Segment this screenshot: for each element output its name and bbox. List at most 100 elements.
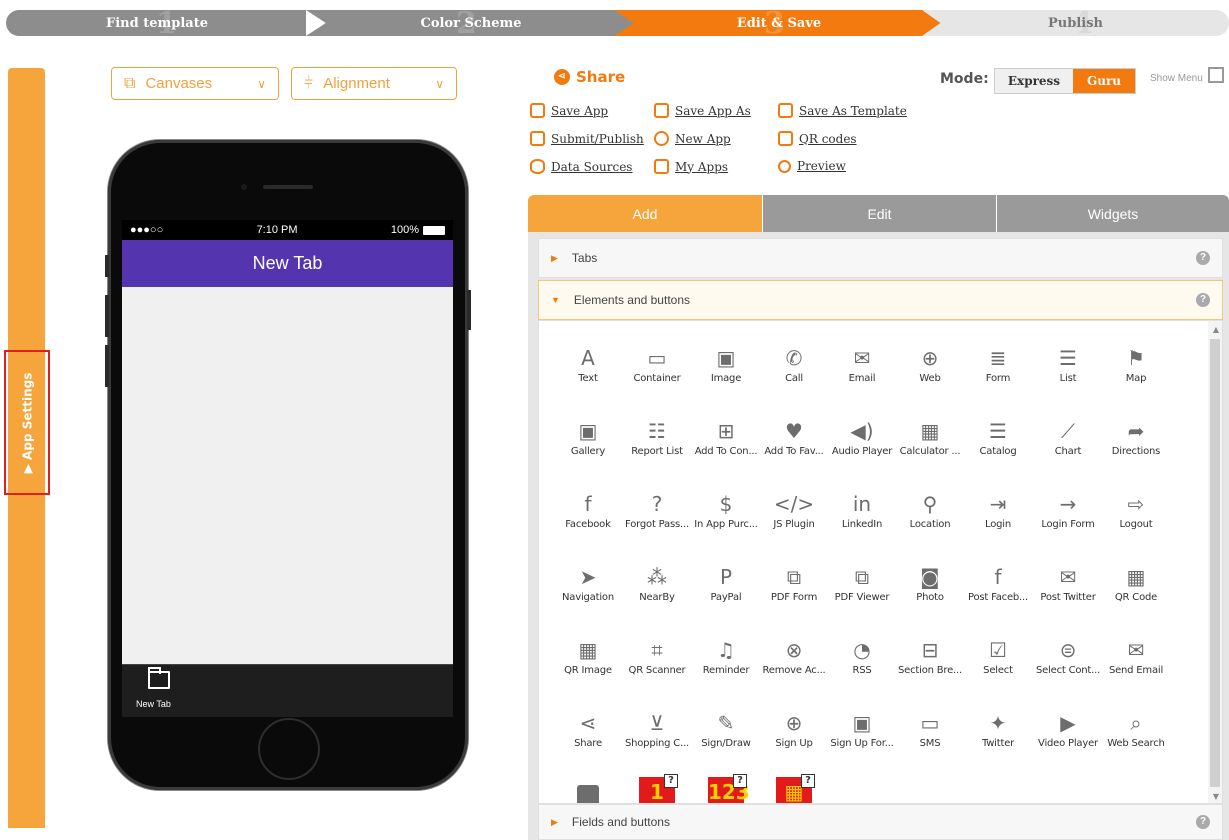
element-audio-player[interactable]: ◀) Audio Player xyxy=(827,412,897,478)
element-paypal[interactable]: P PayPal xyxy=(691,558,761,624)
element-text[interactable]: A Text xyxy=(553,339,623,405)
save-as-template-link[interactable]: Save As Template xyxy=(778,103,907,118)
element-qr-image[interactable]: ▦ QR Image xyxy=(553,631,623,697)
element-calculator[interactable]: ▦ Calculator ... xyxy=(895,412,965,478)
step-edit-save[interactable]: 3 Edit & Save xyxy=(614,10,944,36)
element-label: PDF Viewer xyxy=(834,592,890,603)
element-in-app-purc[interactable]: $ In App Purc... xyxy=(691,485,761,551)
step-label: Publish xyxy=(1048,15,1103,31)
help-icon[interactable]: ? xyxy=(1196,293,1210,307)
element-sign-draw[interactable]: ✎ Sign/Draw xyxy=(691,704,761,770)
mode-guru-button[interactable]: Guru xyxy=(1073,69,1135,93)
save-app-link[interactable]: Save App xyxy=(530,103,608,118)
element-share[interactable]: ⋖ Share xyxy=(553,704,623,770)
element-navigation[interactable]: ➤ Navigation xyxy=(553,558,623,624)
element-remove-ac[interactable]: ⊗ Remove Ac... xyxy=(759,631,829,697)
element-web-search[interactable]: ⌕ Web Search xyxy=(1101,704,1171,770)
element-js-plugin[interactable]: </> JS Plugin xyxy=(759,485,829,551)
element-pdf-form[interactable]: ⧉ PDF Form xyxy=(759,558,829,624)
element-shopping-c[interactable]: ⊻ Shopping C... xyxy=(622,704,692,770)
element-video-player[interactable]: ▶ Video Player xyxy=(1033,704,1103,770)
element-map[interactable]: ⚑ Map xyxy=(1101,339,1171,405)
element-pdf-viewer[interactable]: ⧉ PDF Viewer xyxy=(827,558,897,624)
scroll-thumb[interactable] xyxy=(1210,339,1220,787)
extra-widget[interactable]: ▦? xyxy=(759,773,829,803)
element-facebook[interactable]: f Facebook xyxy=(553,485,623,551)
element-reminder[interactable]: ♫ Reminder xyxy=(691,631,761,697)
element-list[interactable]: ☰ List xyxy=(1033,339,1103,405)
element-forgot-pass[interactable]: ? Forgot Pass... xyxy=(622,485,692,551)
help-icon[interactable]: ? xyxy=(1196,815,1210,829)
element-select[interactable]: ☑ Select xyxy=(963,631,1033,697)
element-call[interactable]: ✆ Call xyxy=(759,339,829,405)
app-tab-bar[interactable]: New Tab xyxy=(122,664,453,717)
element-twitter[interactable]: ✦ Twitter xyxy=(963,704,1033,770)
element-post-faceb[interactable]: f Post Faceb... xyxy=(963,558,1033,624)
qr-codes-link[interactable]: QR codes xyxy=(778,131,857,146)
app-canvas[interactable] xyxy=(122,287,453,664)
element-image[interactable]: ▣ Image xyxy=(691,339,761,405)
element-linkedin[interactable]: in LinkedIn xyxy=(827,485,897,551)
element-photo[interactable]: ◙ Photo xyxy=(895,558,965,624)
element-chart[interactable]: ⟋ Chart xyxy=(1033,412,1103,478)
extra-widget[interactable]: 1? xyxy=(622,773,692,803)
element-add-to-con[interactable]: ⊞ Add To Con... xyxy=(691,412,761,478)
accordion-fields[interactable]: ▶ Fields and buttons ? xyxy=(538,804,1223,840)
preview-link[interactable]: Preview xyxy=(778,159,846,173)
elements-scrollbar[interactable]: ▲ ▼ xyxy=(1208,321,1222,803)
extra-widget[interactable]: 123? xyxy=(691,773,761,803)
element-qr-scanner[interactable]: ⌗ QR Scanner xyxy=(622,631,692,697)
new-app-link[interactable]: New App xyxy=(654,131,731,146)
element-directions[interactable]: ➦ Directions xyxy=(1101,412,1171,478)
element-report-list[interactable]: ☷ Report List xyxy=(622,412,692,478)
help-icon[interactable]: ? xyxy=(1196,251,1210,265)
element-gallery[interactable]: ▣ Gallery xyxy=(553,412,623,478)
element-login-form[interactable]: → Login Form xyxy=(1033,485,1103,551)
element-add-to-fav[interactable]: ♥ Add To Fav... xyxy=(759,412,829,478)
element-logout[interactable]: ⇨ Logout xyxy=(1101,485,1171,551)
accordion-tabs[interactable]: ▶ Tabs ? xyxy=(538,238,1223,278)
tab-edit[interactable]: Edit xyxy=(762,195,996,232)
extra-widget[interactable] xyxy=(553,773,623,803)
app-header[interactable]: New Tab xyxy=(122,240,453,287)
accordion-elements[interactable]: ▼ Elements and buttons ? xyxy=(538,280,1223,320)
element-send-email[interactable]: ✉ Send Email xyxy=(1101,631,1171,697)
tab-add[interactable]: Add xyxy=(528,195,762,232)
alignment-dropdown[interactable]: ⫩ Alignment ∨ xyxy=(291,67,457,100)
element-nearby[interactable]: ⁂ NearBy xyxy=(622,558,692,624)
save-app-as-link[interactable]: Save App As xyxy=(654,103,751,118)
share-button[interactable]: ⋖ Share xyxy=(554,68,625,86)
element-label: In App Purc... xyxy=(694,519,758,530)
app-settings-toggle[interactable]: ▶ App Settings xyxy=(4,350,50,495)
canvases-dropdown[interactable]: ⧉ Canvases ∨ xyxy=(111,67,279,100)
show-menu-link[interactable]: Show Menu xyxy=(1150,73,1203,84)
tab-widgets[interactable]: Widgets xyxy=(996,195,1229,232)
phone-screen[interactable]: ●●●○○ 7:10 PM 100% New Tab New Tab xyxy=(122,220,453,717)
scroll-up-icon[interactable]: ▲ xyxy=(1213,325,1219,334)
element-select-cont[interactable]: ⊜ Select Cont... xyxy=(1033,631,1103,697)
element-sign-up-for[interactable]: ▣ Sign Up For... xyxy=(827,704,897,770)
my-apps-link[interactable]: My Apps xyxy=(654,159,728,174)
external-link-icon[interactable] xyxy=(1208,67,1224,83)
element-form[interactable]: ≣ Form xyxy=(963,339,1033,405)
step-publish[interactable]: 4 Publish xyxy=(922,10,1229,36)
step-find-template[interactable]: 1 Find template xyxy=(6,6,326,41)
element-location[interactable]: ⚲ Location xyxy=(895,485,965,551)
element-login[interactable]: ⇥ Login xyxy=(963,485,1033,551)
element-sign-up[interactable]: ⊕ Sign Up xyxy=(759,704,829,770)
step-color-scheme[interactable]: 2 Color Scheme xyxy=(306,10,636,36)
element-container[interactable]: ▭ Container xyxy=(622,339,692,405)
element-rss[interactable]: ◔ RSS xyxy=(827,631,897,697)
element-email[interactable]: ✉ Email xyxy=(827,339,897,405)
submit-publish-link[interactable]: Submit/Publish xyxy=(530,131,644,146)
element-icon: ✉ xyxy=(853,346,871,370)
element-post-twitter[interactable]: ✉ Post Twitter xyxy=(1033,558,1103,624)
element-qr-code[interactable]: ▦ QR Code xyxy=(1101,558,1171,624)
data-sources-link[interactable]: Data Sources xyxy=(530,159,632,174)
element-web[interactable]: ⊕ Web xyxy=(895,339,965,405)
element-catalog[interactable]: ☰ Catalog xyxy=(963,412,1033,478)
element-sms[interactable]: ▭ SMS xyxy=(895,704,965,770)
mode-express-button[interactable]: Express xyxy=(995,69,1073,93)
element-section-bre[interactable]: ⊟ Section Bre... xyxy=(895,631,965,697)
scroll-down-icon[interactable]: ▼ xyxy=(1213,792,1219,801)
